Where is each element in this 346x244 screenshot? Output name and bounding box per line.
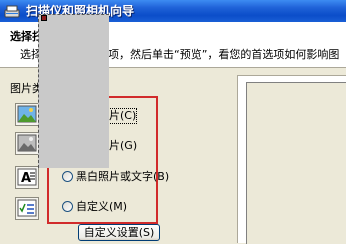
radio-bw-text-label[interactable]: 黑白照片或文字(B) <box>76 170 169 184</box>
radio-button[interactable] <box>62 201 73 212</box>
grayscale-photo-icon[interactable] <box>15 132 39 155</box>
bw-text-icon[interactable]: A <box>15 166 39 189</box>
custom-settings-icon[interactable] <box>15 197 39 220</box>
radio-custom-label[interactable]: 自定义(M) <box>76 200 127 214</box>
crop-handle[interactable] <box>41 15 47 21</box>
preview-area <box>246 82 346 244</box>
radio-button[interactable] <box>62 171 73 182</box>
svg-text:A: A <box>21 171 31 186</box>
preview-panel <box>237 75 346 244</box>
scan-area-preview[interactable] <box>38 14 109 168</box>
color-photo-icon[interactable] <box>15 103 39 126</box>
scanner-wizard-icon <box>4 3 20 19</box>
custom-settings-button[interactable]: 自定义设置(S) <box>78 224 160 241</box>
